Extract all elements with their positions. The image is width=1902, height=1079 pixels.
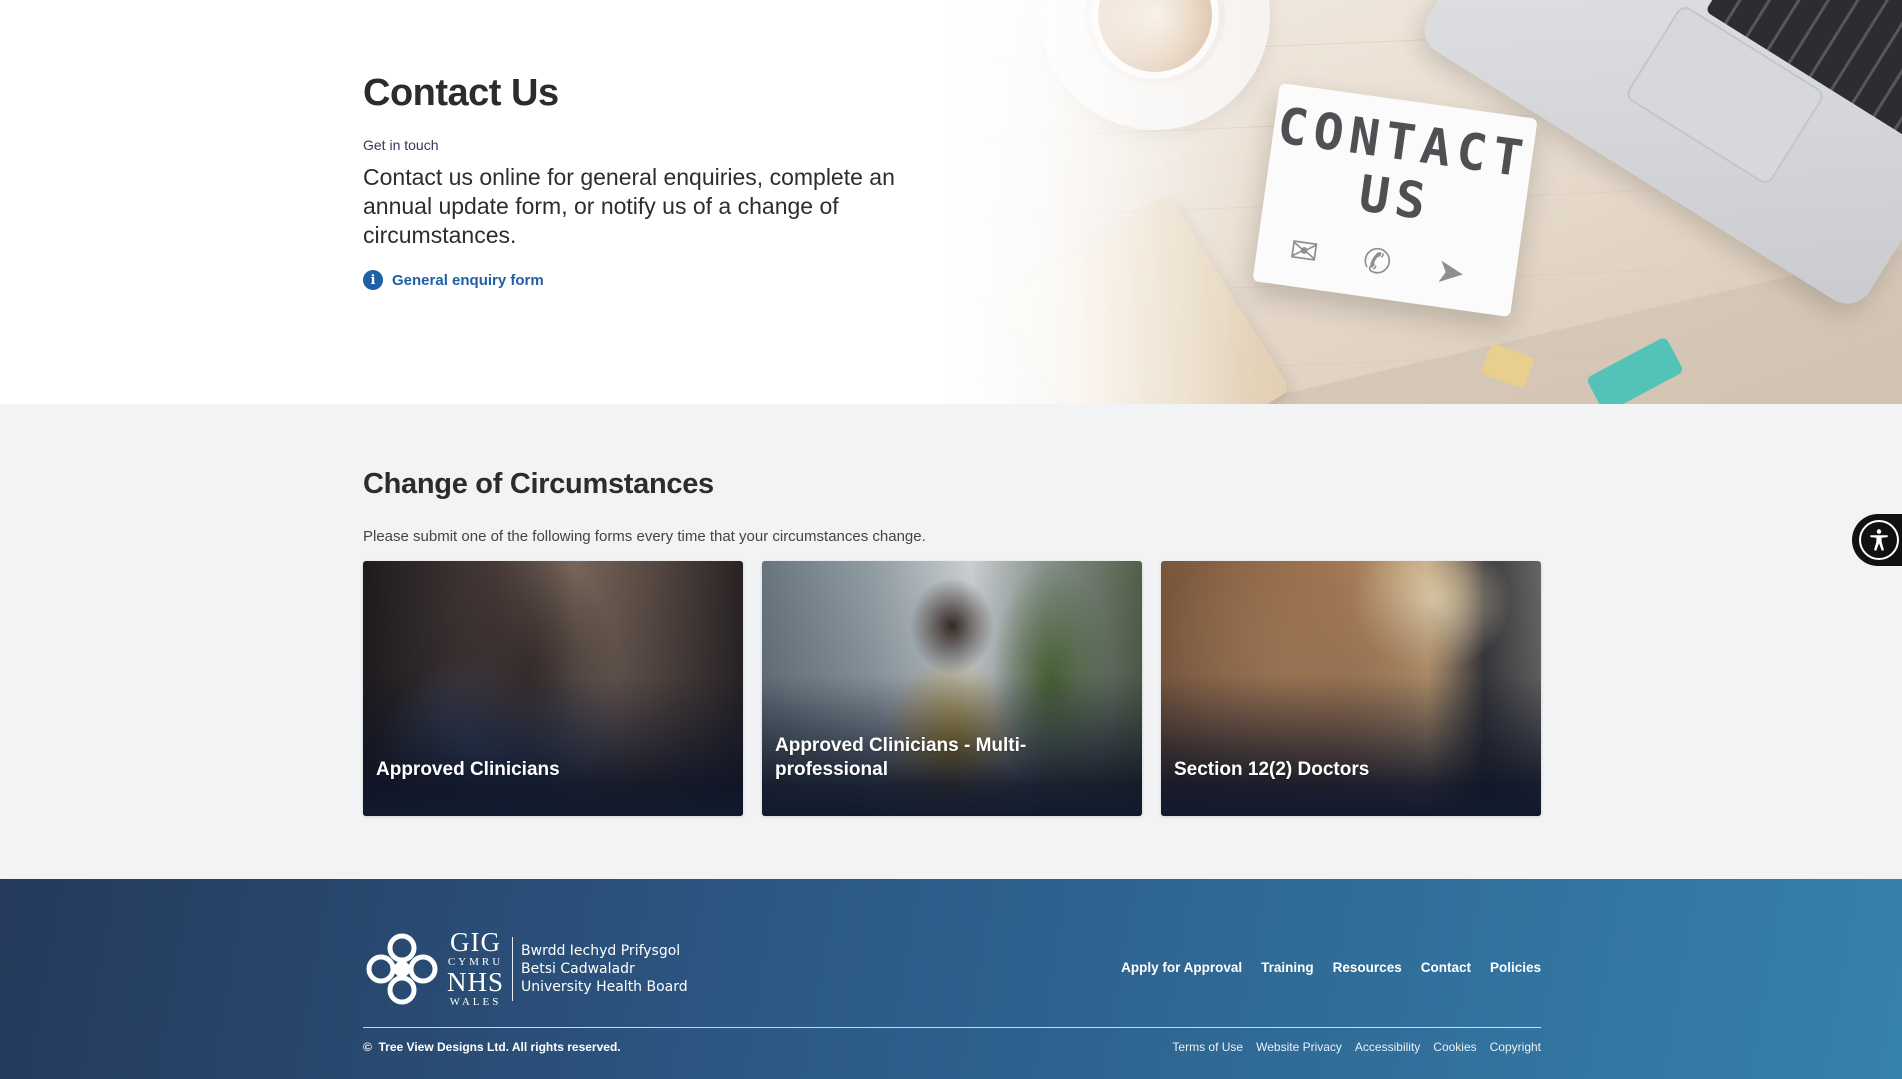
- accessibility-icon: [1859, 520, 1899, 560]
- hero-content: Contact Us Get in touch Contact us onlin…: [363, 70, 923, 290]
- footer-link-contact[interactable]: Contact: [1421, 960, 1471, 975]
- legal-link-copyright[interactable]: Copyright: [1490, 1040, 1541, 1054]
- copyright-icon: ©: [363, 1040, 372, 1054]
- legal-link-website-privacy[interactable]: Website Privacy: [1256, 1040, 1342, 1054]
- info-icon: i: [363, 270, 383, 290]
- logo-wales: WALES: [449, 996, 502, 1008]
- accessibility-button[interactable]: [1852, 514, 1902, 566]
- footer-divider: [363, 1027, 1541, 1028]
- nhs-wales-logo[interactable]: GIG CYMRU NHS WALES Bwrdd Iechyd Prifysg…: [363, 929, 688, 1009]
- form-cards: Approved Clinicians Approved Clinicians …: [363, 561, 1541, 816]
- board-line: Bwrdd Iechyd Prifysgol: [521, 943, 681, 959]
- legal-link-accessibility[interactable]: Accessibility: [1355, 1040, 1420, 1054]
- board-line: Betsi Cadwaladr: [521, 961, 635, 977]
- copyright-notice: © Tree View Designs Ltd. All rights rese…: [363, 1040, 621, 1054]
- celtic-knot-icon: [366, 933, 438, 1005]
- hero-banner: CONTACT US ✉ ✆ ➤ Contact Us Get in touch…: [0, 0, 1902, 404]
- card-section-12-2-doctors[interactable]: Section 12(2) Doctors: [1161, 561, 1541, 816]
- legal-nav: Terms of Use Website Privacy Accessibili…: [1172, 1040, 1541, 1054]
- legal-link-terms-of-use[interactable]: Terms of Use: [1172, 1040, 1243, 1054]
- board-line: University Health Board: [521, 979, 688, 995]
- card-approved-clinicians[interactable]: Approved Clinicians: [363, 561, 743, 816]
- footer-link-apply-for-approval[interactable]: Apply for Approval: [1121, 960, 1242, 975]
- logo-divider: [512, 937, 514, 1001]
- card-label: Approved Clinicians: [376, 759, 560, 780]
- hero-fade: [940, 0, 1260, 404]
- footer-nav: Apply for Approval Training Resources Co…: [1121, 960, 1541, 975]
- gig-nhs-wordmark: GIG CYMRU NHS WALES: [447, 929, 504, 1009]
- card-label: Section 12(2) Doctors: [1174, 759, 1370, 780]
- general-enquiry-label: General enquiry form: [392, 271, 544, 289]
- page-title: Contact Us: [363, 72, 559, 114]
- legal-link-cookies[interactable]: Cookies: [1433, 1040, 1476, 1054]
- copyright-text: Tree View Designs Ltd. All rights reserv…: [378, 1040, 621, 1054]
- card-approved-clinicians-multi-professional[interactable]: Approved Clinicians - Multi-professional: [762, 561, 1142, 816]
- health-board-name: Bwrdd Iechyd Prifysgol Betsi Cadwaladr U…: [521, 942, 688, 996]
- footer-link-policies[interactable]: Policies: [1490, 960, 1541, 975]
- site-footer: GIG CYMRU NHS WALES Bwrdd Iechyd Prifysg…: [0, 879, 1902, 1079]
- general-enquiry-link[interactable]: i General enquiry form: [363, 270, 923, 290]
- contact-lightbox: CONTACT US ✉ ✆ ➤: [1252, 82, 1538, 318]
- footer-link-training[interactable]: Training: [1261, 960, 1314, 975]
- lightbox-lettering: CONTACT US: [1273, 96, 1533, 232]
- section-subtitle: Please submit one of the following forms…: [363, 528, 926, 545]
- intro-text: Contact us online for general enquiries,…: [363, 164, 895, 248]
- card-label: Approved Clinicians - Multi-professional: [775, 735, 1027, 780]
- eyebrow-text: Get in touch: [363, 137, 439, 153]
- logo-nhs: NHS: [447, 967, 505, 997]
- footer-link-resources[interactable]: Resources: [1333, 960, 1402, 975]
- logo-gig: GIG: [450, 927, 501, 957]
- change-of-circumstances-section: Change of Circumstances Please submit on…: [363, 462, 1541, 816]
- section-title: Change of Circumstances: [363, 468, 714, 500]
